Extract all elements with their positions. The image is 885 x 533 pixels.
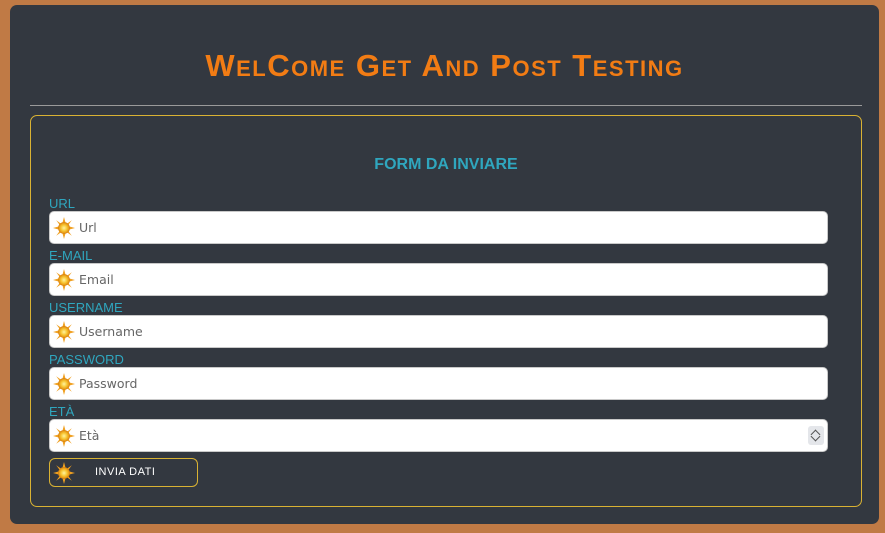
sun-icon [53, 321, 75, 343]
sun-icon [53, 462, 75, 484]
submit-button[interactable]: INVIA DATI [49, 458, 198, 487]
main-panel: WelCome Get And Post Testing FORM DA INV… [10, 5, 879, 524]
username-field[interactable] [49, 315, 828, 348]
submit-label: INVIA DATI [95, 466, 156, 478]
number-spinner[interactable] [808, 426, 824, 445]
password-field[interactable] [49, 367, 828, 400]
submission-form: FORM DA INVIARE URL E-MAIL USERNAME PASS… [30, 115, 862, 507]
username-label: USERNAME [49, 300, 123, 315]
username-input[interactable] [79, 316, 819, 347]
password-input[interactable] [79, 368, 819, 399]
sun-icon [53, 373, 75, 395]
url-label: URL [49, 196, 76, 211]
url-input[interactable] [79, 212, 819, 243]
age-label: ETÀ [49, 404, 75, 419]
sun-icon [53, 217, 75, 239]
sun-icon [53, 269, 75, 291]
email-label: E-MAIL [49, 248, 93, 263]
age-input[interactable] [79, 420, 819, 451]
url-field[interactable] [49, 211, 828, 244]
title-divider [30, 105, 862, 106]
page-title: WelCome Get And Post Testing [205, 48, 684, 83]
password-label: PASSWORD [49, 352, 124, 367]
form-title: FORM DA INVIARE [374, 156, 518, 173]
email-input[interactable] [79, 264, 819, 295]
sun-icon [53, 425, 75, 447]
email-field[interactable] [49, 263, 828, 296]
age-field[interactable] [49, 419, 828, 452]
